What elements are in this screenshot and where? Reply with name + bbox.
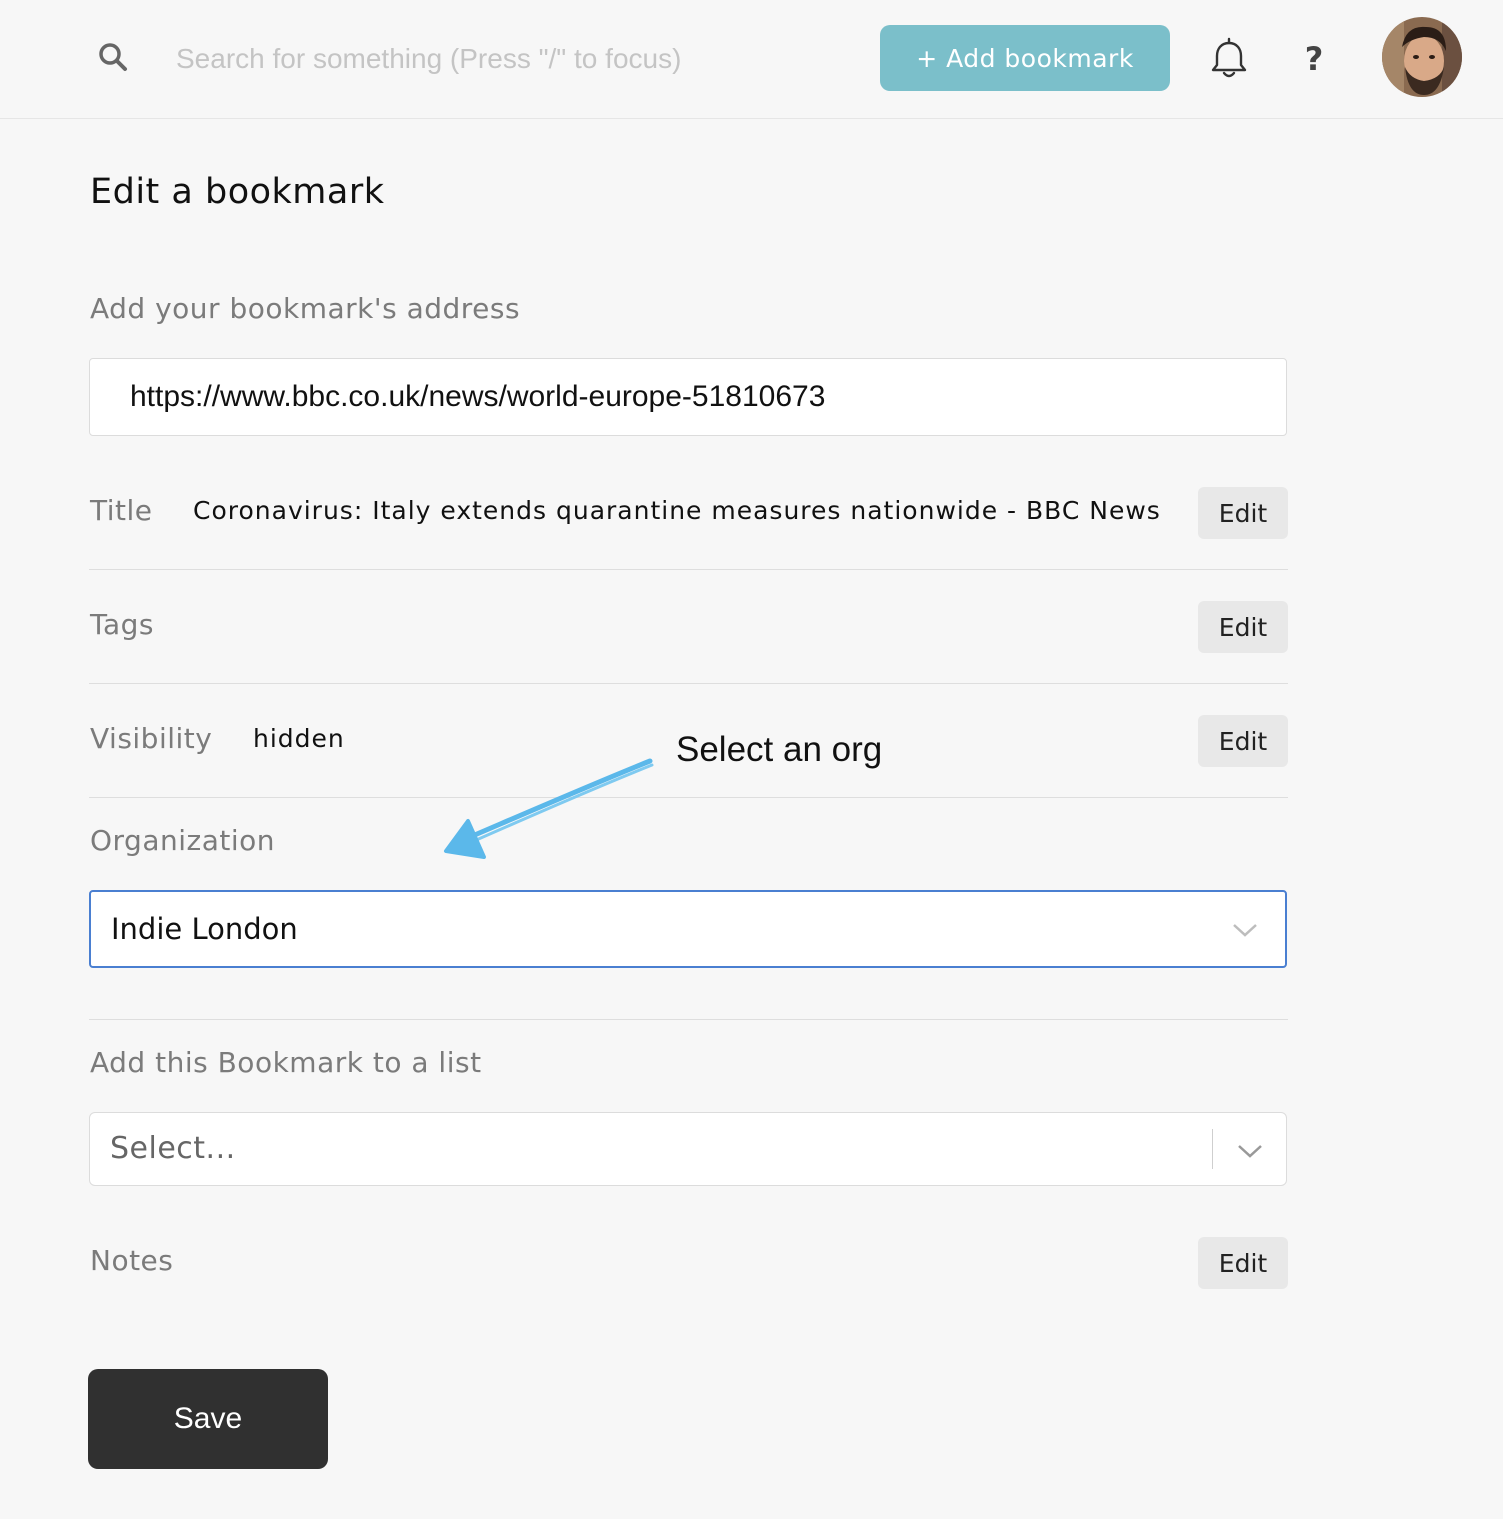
list-select[interactable]: Select... xyxy=(89,1112,1287,1186)
organization-label: Organization xyxy=(90,824,276,857)
annotation-text: Select an org xyxy=(676,730,883,769)
edit-title-button[interactable]: Edit xyxy=(1198,487,1288,539)
search-icon[interactable] xyxy=(94,38,134,78)
top-bar: + Add bookmark ? xyxy=(0,0,1503,119)
avatar[interactable] xyxy=(1382,17,1462,97)
visibility-value: hidden xyxy=(253,724,345,753)
list-select-placeholder: Select... xyxy=(110,1131,236,1166)
title-value: Coronavirus: Italy extends quarantine me… xyxy=(193,496,1161,525)
divider xyxy=(89,1019,1288,1020)
title-label: Title xyxy=(90,494,153,527)
edit-tags-button[interactable]: Edit xyxy=(1198,601,1288,653)
chevron-down-icon xyxy=(1238,1145,1262,1158)
edit-notes-button[interactable]: Edit xyxy=(1198,1237,1288,1289)
chevron-down-icon xyxy=(1233,924,1257,937)
divider xyxy=(89,797,1288,798)
save-button[interactable]: Save xyxy=(88,1369,328,1469)
tags-label: Tags xyxy=(90,608,154,641)
address-label: Add your bookmark's address xyxy=(90,292,521,325)
address-field[interactable]: https://www.bbc.co.uk/news/world-europe-… xyxy=(89,358,1287,436)
search-input[interactable] xyxy=(176,36,856,82)
add-bookmark-button[interactable]: + Add bookmark xyxy=(880,25,1170,91)
list-label: Add this Bookmark to a list xyxy=(90,1046,482,1079)
page-title: Edit a bookmark xyxy=(90,172,385,212)
annotation-arrow-icon xyxy=(444,758,654,859)
divider xyxy=(89,683,1288,684)
edit-visibility-button[interactable]: Edit xyxy=(1198,715,1288,767)
notes-label: Notes xyxy=(90,1244,174,1277)
organization-selected-value: Indie London xyxy=(111,912,298,946)
organization-select[interactable]: Indie London xyxy=(89,890,1287,968)
divider xyxy=(89,569,1288,570)
help-icon[interactable]: ? xyxy=(1296,36,1332,82)
select-separator xyxy=(1212,1129,1213,1169)
visibility-label: Visibility xyxy=(90,722,213,755)
bell-icon[interactable] xyxy=(1206,36,1252,82)
